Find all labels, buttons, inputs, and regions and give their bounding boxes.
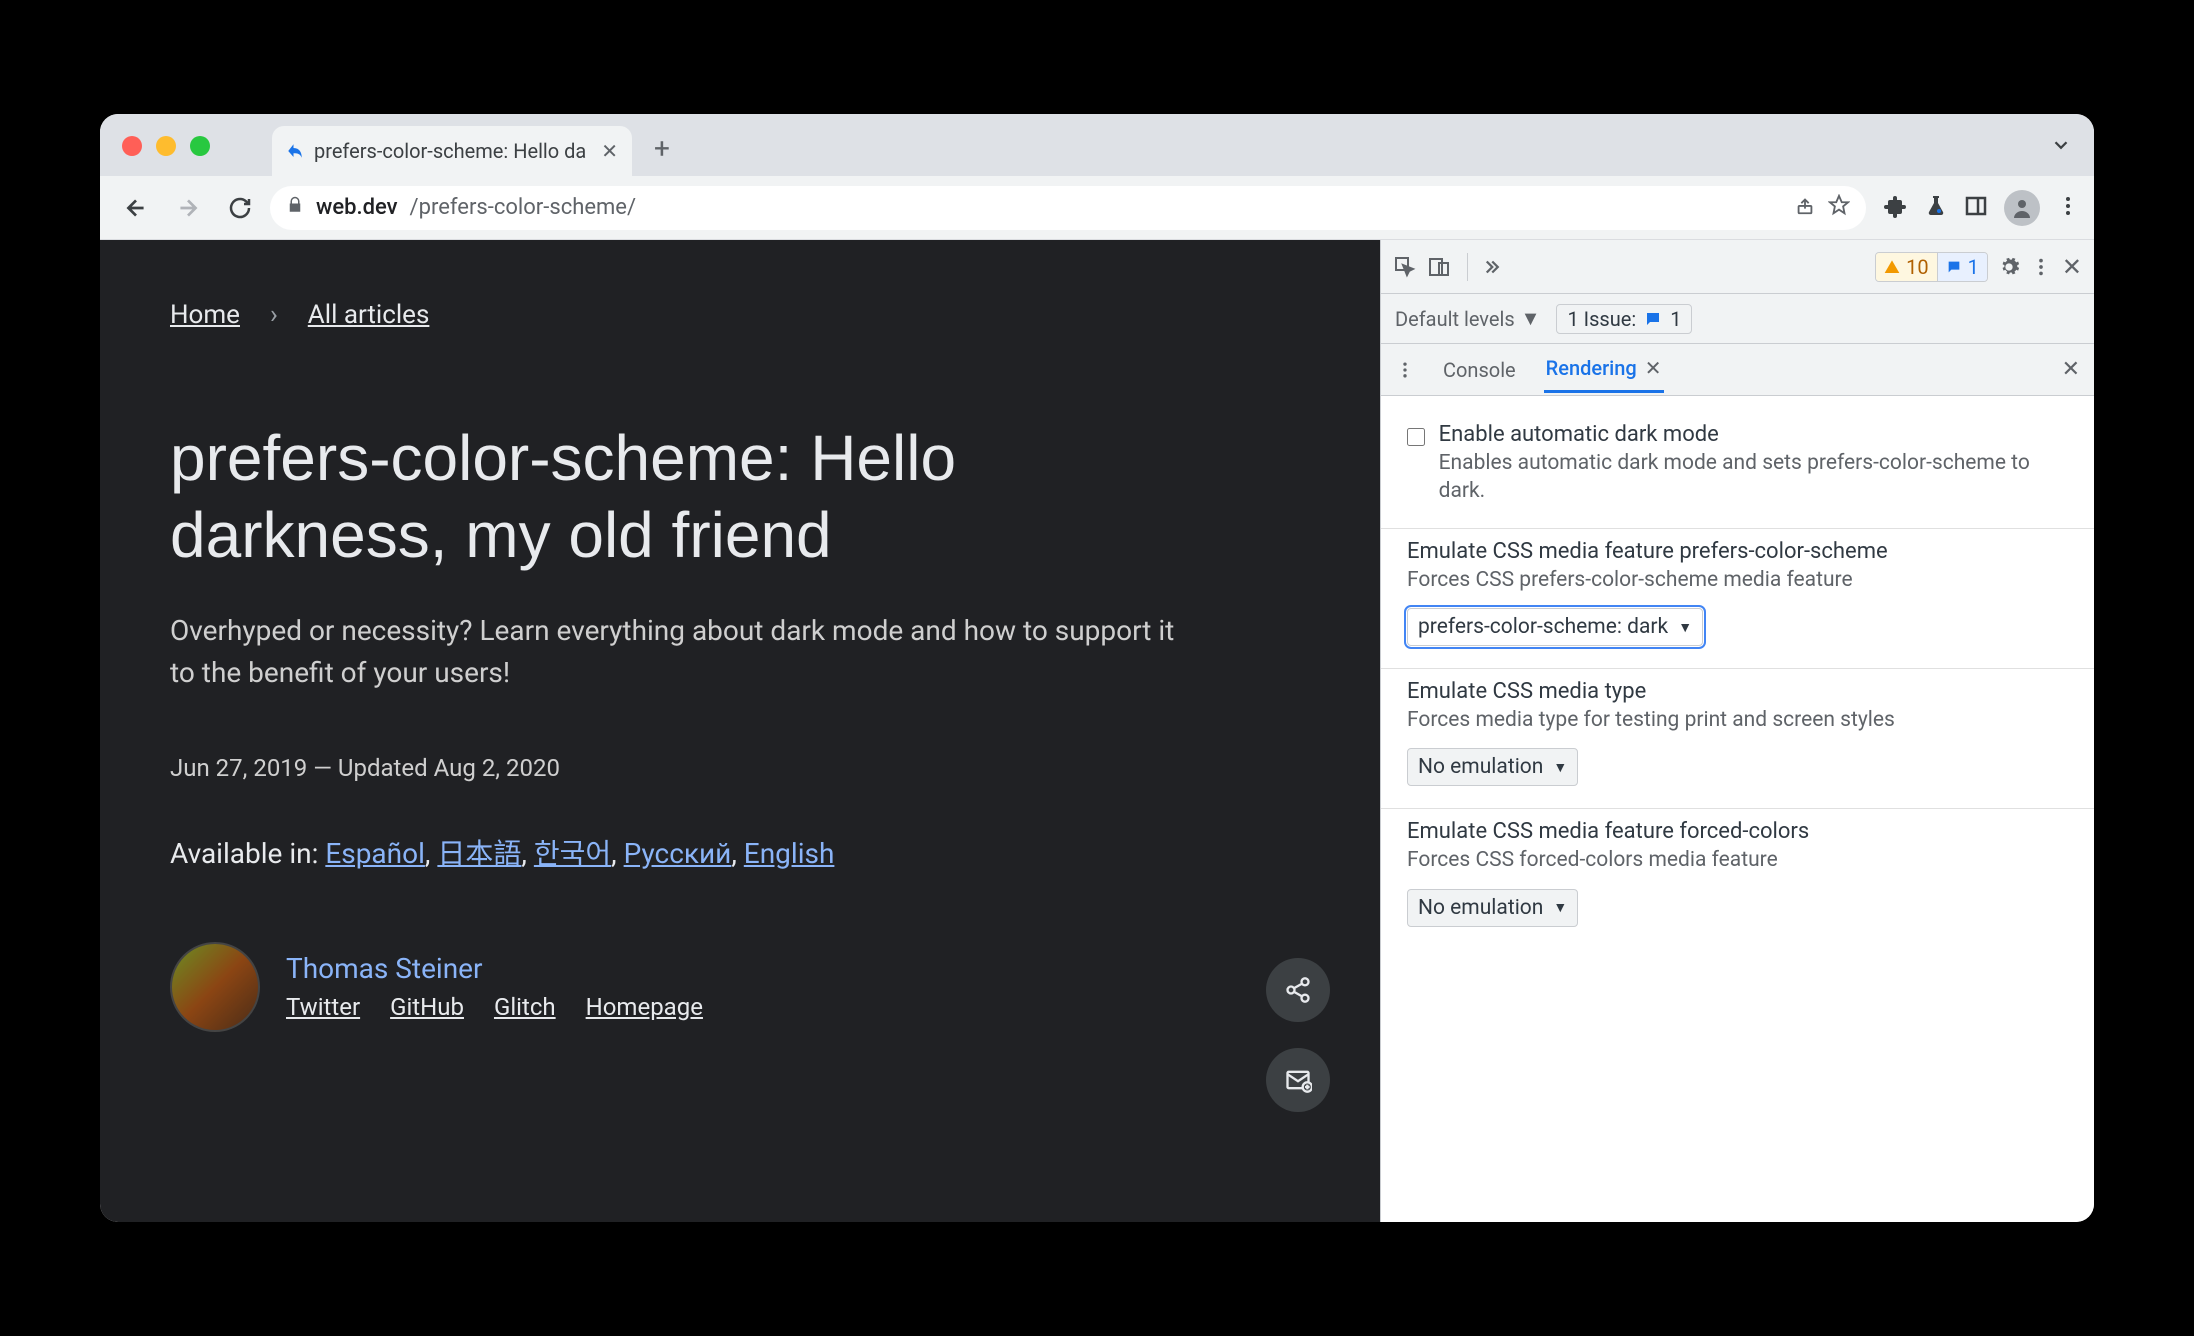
page-date: Jun 27, 2019 — Updated Aug 2, 2020	[170, 754, 1310, 782]
author-links: Twitter GitHub Glitch Homepage	[286, 993, 703, 1021]
close-tab-button[interactable]: ✕	[601, 139, 618, 163]
extension-icons	[1884, 190, 2080, 226]
devtools-console-filter-bar: Default levels ▼ 1 Issue: 1	[1381, 294, 2094, 344]
info-badge[interactable]: 1	[1937, 253, 1987, 281]
url-domain: web.dev	[316, 195, 398, 220]
lang-es[interactable]: Español	[325, 837, 425, 870]
chrome-window: prefers-color-scheme: Hello da ✕ + web.d…	[100, 114, 2094, 1222]
author-github[interactable]: GitHub	[390, 993, 464, 1021]
breadcrumb: Home › All articles	[170, 300, 1310, 330]
close-icon[interactable]: ✕	[1645, 356, 1662, 380]
devtools-drawer-tabs: Console Rendering✕ ✕	[1381, 344, 2094, 396]
tab-strip: prefers-color-scheme: Hello da ✕ +	[100, 114, 2094, 176]
forward-button[interactable]	[166, 186, 210, 230]
lang-ja[interactable]: 日本語	[437, 837, 521, 870]
section-title: Emulate CSS media feature prefers-color-…	[1407, 539, 2068, 564]
drawer-close-icon[interactable]: ✕	[2062, 357, 2080, 382]
section-desc: Forces CSS prefers-color-scheme media fe…	[1407, 566, 2068, 594]
author-name[interactable]: Thomas Steiner	[286, 952, 703, 985]
section-forced-colors: Emulate CSS media feature forced-colors …	[1381, 808, 2094, 948]
langs-prefix: Available in:	[170, 837, 325, 870]
lock-icon	[286, 195, 304, 220]
console-counts[interactable]: 10 1	[1875, 252, 1988, 282]
minimize-window-button[interactable]	[156, 136, 176, 156]
author-block: Thomas Steiner Twitter GitHub Glitch Hom…	[170, 942, 1310, 1032]
reload-button[interactable]	[218, 186, 262, 230]
log-levels-dropdown[interactable]: Default levels ▼	[1395, 306, 1540, 331]
section-media-type: Emulate CSS media type Forces media type…	[1381, 668, 2094, 808]
profile-avatar-button[interactable]	[2004, 190, 2040, 226]
author-glitch[interactable]: Glitch	[494, 993, 556, 1021]
section-prefers-color-scheme: Emulate CSS media feature prefers-color-…	[1381, 528, 2094, 668]
share-icon[interactable]	[1794, 194, 1816, 222]
inspect-element-icon[interactable]	[1393, 255, 1417, 279]
author-twitter[interactable]: Twitter	[286, 993, 360, 1021]
section-desc: Forces media type for testing print and …	[1407, 706, 2068, 734]
site-favicon-icon	[286, 142, 304, 160]
page-title: prefers-color-scheme: Hello darkness, my…	[170, 420, 1070, 574]
settings-gear-icon[interactable]	[1998, 256, 2020, 278]
devtools-kebab-icon[interactable]	[2030, 256, 2052, 278]
bookmark-star-icon[interactable]	[1828, 194, 1850, 222]
device-toggle-icon[interactable]	[1427, 255, 1451, 279]
lang-ru[interactable]: Русский	[624, 837, 732, 870]
content-area: Home › All articles prefers-color-scheme…	[100, 240, 2094, 1222]
issues-badge[interactable]: 1 Issue: 1	[1556, 304, 1692, 334]
issue-bubble-icon	[1644, 310, 1662, 328]
section-title: Enable automatic dark mode	[1439, 422, 2068, 447]
browser-toolbar: web.dev/prefers-color-scheme/	[100, 176, 2094, 240]
tabs-dropdown-button[interactable]	[2050, 134, 2072, 160]
new-tab-button[interactable]: +	[646, 132, 678, 164]
extensions-icon[interactable]	[1884, 194, 1908, 222]
section-dark-mode: Enable automatic dark mode Enables autom…	[1381, 412, 2094, 528]
warnings-badge[interactable]: 10	[1876, 253, 1936, 281]
author-homepage[interactable]: Homepage	[586, 993, 703, 1021]
tab-rendering[interactable]: Rendering✕	[1544, 346, 1664, 393]
share-fab-button[interactable]	[1266, 958, 1330, 1022]
available-languages: Available in: Español, 日本語, 한국어, Русский…	[170, 832, 1310, 872]
lang-ko[interactable]: 한국어	[534, 837, 611, 870]
rendering-panel: Enable automatic dark mode Enables autom…	[1381, 396, 2094, 1222]
media-type-select[interactable]: No emulation▼	[1407, 748, 1578, 786]
breadcrumb-home[interactable]: Home	[170, 300, 240, 330]
enable-dark-mode-checkbox[interactable]	[1407, 428, 1425, 446]
page-subtitle: Overhyped or necessity? Learn everything…	[170, 610, 1190, 694]
more-tabs-icon[interactable]	[1484, 256, 1506, 278]
address-bar[interactable]: web.dev/prefers-color-scheme/	[270, 186, 1866, 230]
section-desc: Enables automatic dark mode and sets pre…	[1439, 449, 2068, 506]
drawer-kebab-icon[interactable]	[1395, 360, 1415, 380]
section-desc: Forces CSS forced-colors media feature	[1407, 846, 2068, 874]
maximize-window-button[interactable]	[190, 136, 210, 156]
flask-icon[interactable]	[1924, 194, 1948, 222]
devtools-main-toolbar: 10 1 ✕	[1381, 240, 2094, 294]
breadcrumb-all-articles[interactable]: All articles	[308, 300, 430, 330]
tab-title: prefers-color-scheme: Hello da	[314, 139, 591, 163]
prefers-color-scheme-select[interactable]: prefers-color-scheme: dark▼	[1407, 608, 1703, 646]
window-controls	[122, 136, 210, 156]
tab-console[interactable]: Console	[1441, 348, 1518, 392]
lang-en[interactable]: English	[744, 837, 835, 870]
panel-icon[interactable]	[1964, 194, 1988, 222]
back-button[interactable]	[114, 186, 158, 230]
author-avatar	[170, 942, 260, 1032]
section-title: Emulate CSS media feature forced-colors	[1407, 819, 2068, 844]
url-path: /prefers-color-scheme/	[410, 195, 636, 220]
kebab-menu-icon[interactable]	[2056, 194, 2080, 222]
subscribe-fab-button[interactable]	[1266, 1048, 1330, 1112]
web-page: Home › All articles prefers-color-scheme…	[100, 240, 1380, 1222]
devtools-panel: 10 1 ✕ Default levels ▼ 1 Issue: 1 Conso…	[1380, 240, 2094, 1222]
chevron-right-icon: ›	[270, 300, 278, 330]
forced-colors-select[interactable]: No emulation▼	[1407, 889, 1578, 927]
section-title: Emulate CSS media type	[1407, 679, 2068, 704]
devtools-close-icon[interactable]: ✕	[2062, 253, 2082, 281]
close-window-button[interactable]	[122, 136, 142, 156]
browser-tab[interactable]: prefers-color-scheme: Hello da ✕	[272, 126, 632, 176]
